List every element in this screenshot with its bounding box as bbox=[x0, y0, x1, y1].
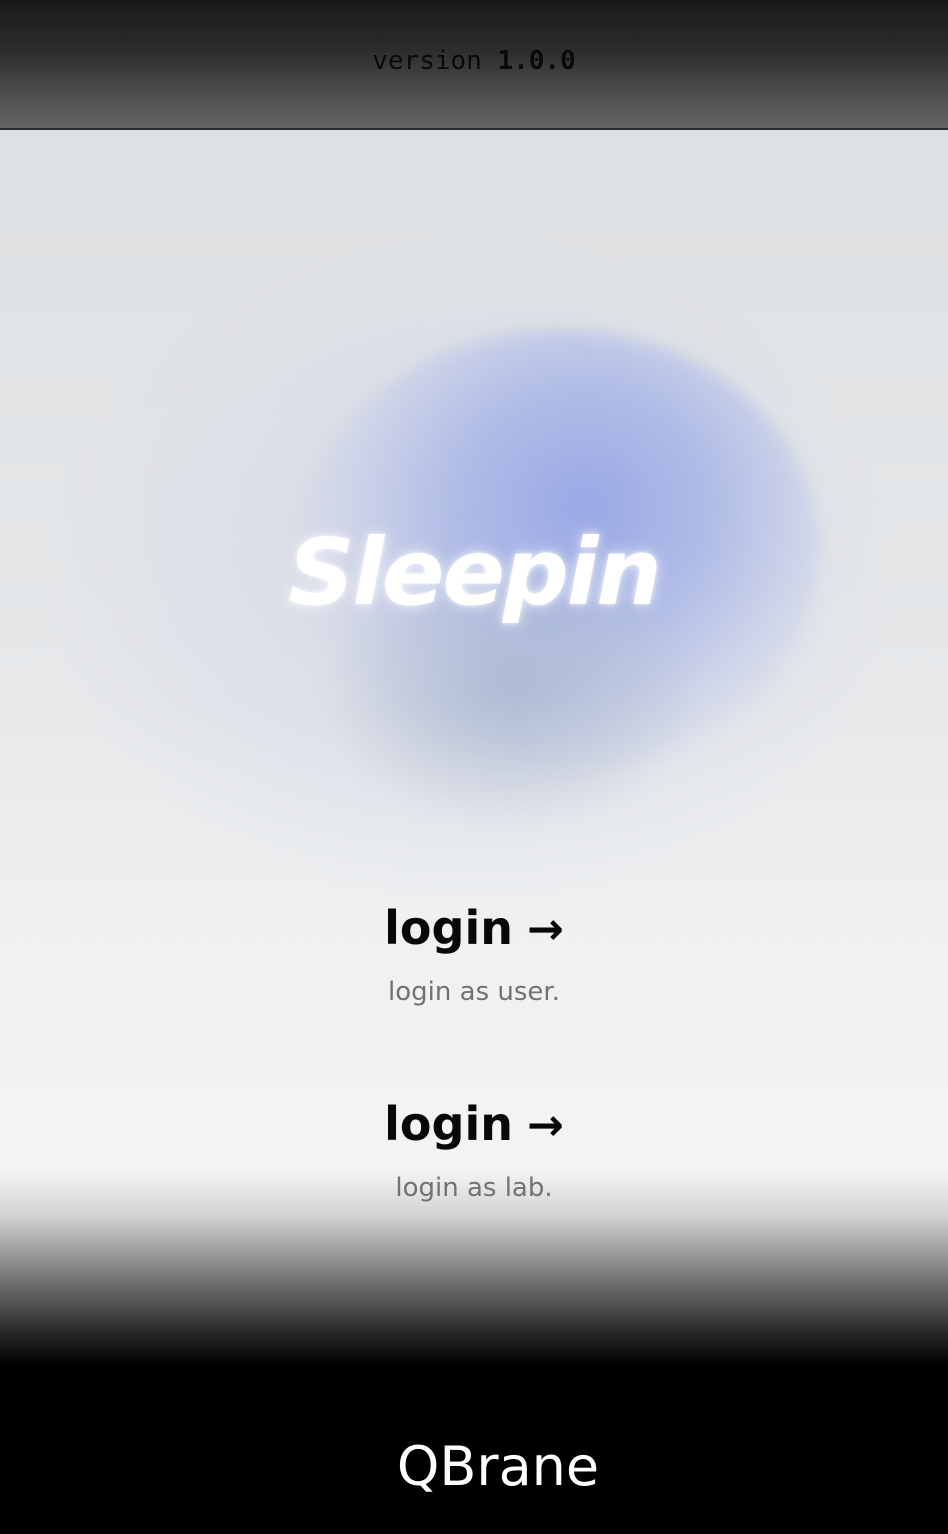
login-link-label: login bbox=[384, 901, 513, 955]
lab-login-section: login → login as lab. bbox=[0, 1094, 948, 1203]
version-number: 1.0.0 bbox=[497, 46, 576, 76]
login-lab-description: login as lab. bbox=[395, 1173, 553, 1203]
version-prefix: version bbox=[372, 46, 482, 76]
user-login-section: login → login as user. bbox=[0, 898, 948, 1007]
app-logo-text: Sleepin bbox=[288, 519, 661, 626]
arrow-right-icon: → bbox=[526, 1100, 564, 1151]
login-as-user-link[interactable]: login → bbox=[384, 898, 564, 960]
login-link-label: login bbox=[384, 1097, 513, 1151]
footer-brand: QBrane bbox=[396, 1435, 600, 1498]
arrow-right-icon: → bbox=[526, 904, 564, 955]
version-label: version 1.0.0 bbox=[0, 44, 948, 78]
login-user-description: login as user. bbox=[388, 977, 560, 1007]
top-bar: version 1.0.0 bbox=[0, 0, 948, 130]
login-as-lab-link[interactable]: login → bbox=[384, 1094, 564, 1156]
